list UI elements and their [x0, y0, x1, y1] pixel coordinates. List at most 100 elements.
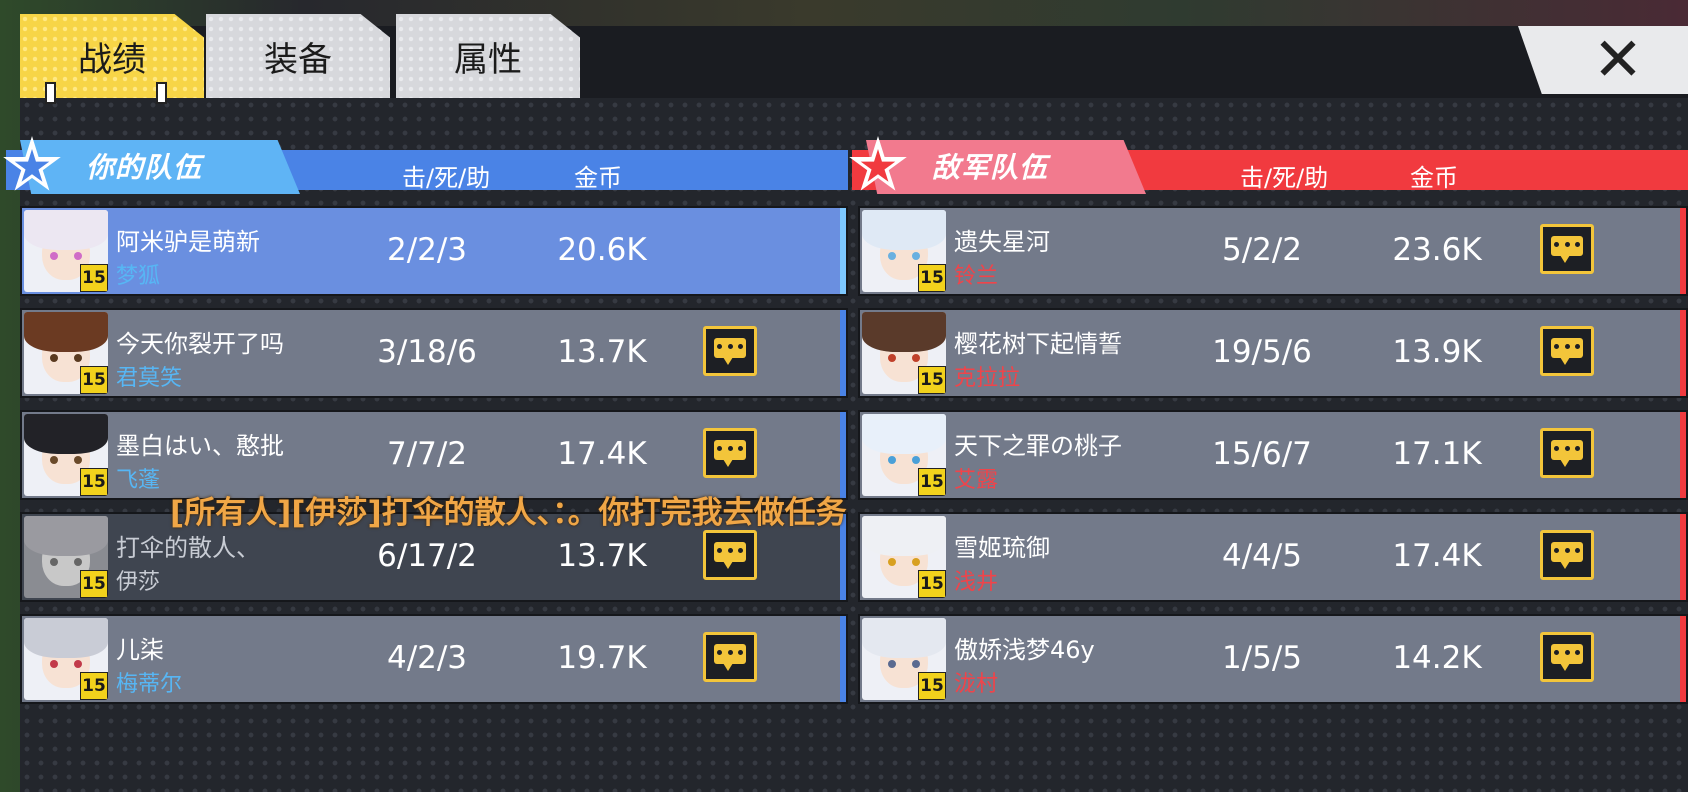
row-team-edge — [840, 616, 846, 702]
ally-player-row[interactable]: 15 阿米驴是萌新 梦狐 2/2/3 20.6K — [20, 206, 848, 296]
kda-value: 6/17/2 — [377, 538, 477, 574]
tab-attributes[interactable]: 属性 — [396, 14, 580, 98]
avatar-hair — [24, 414, 108, 454]
avatar-eyes — [888, 252, 920, 260]
level-badge: 15 — [918, 672, 946, 700]
row-team-edge — [1680, 310, 1686, 396]
kda-value: 4/2/3 — [386, 640, 468, 676]
row-team-edge — [840, 310, 846, 396]
your-team-header: 你的队伍 击/死/助 金币 — [3, 136, 848, 194]
kda-value: 5/2/2 — [1221, 232, 1303, 268]
player-avatar[interactable]: 15 — [24, 516, 108, 598]
player-avatar[interactable]: 15 — [24, 618, 108, 700]
tab-stats-label: 战绩 — [78, 39, 146, 80]
level-badge: 15 — [918, 366, 946, 394]
level-badge: 15 — [80, 570, 108, 598]
enemy-player-row[interactable]: 15 遗失星河 铃兰 5/2/2 23.6K — [858, 206, 1688, 296]
gold-value: 17.4K — [557, 436, 647, 472]
level-badge: 15 — [918, 570, 946, 598]
kda-value: 1/5/5 — [1221, 640, 1303, 676]
chat-button[interactable] — [1540, 530, 1594, 580]
chat-button[interactable] — [703, 326, 757, 376]
chat-button[interactable] — [1540, 428, 1594, 478]
chat-dots-icon — [717, 650, 743, 656]
chat-dots-icon — [1554, 650, 1580, 656]
player-name: 打伞的散人、 — [116, 534, 260, 562]
chat-dots-icon — [1554, 548, 1580, 554]
enemy-player-row[interactable]: 15 雪姬琉御 浅井 4/4/5 17.4K — [858, 512, 1688, 602]
tab-equipment-label: 装备 — [264, 39, 332, 80]
character-name: 伊莎 — [116, 570, 161, 595]
chat-dots-icon — [717, 344, 743, 350]
chat-button[interactable] — [1540, 326, 1594, 376]
character-name: 浅井 — [954, 570, 999, 595]
close-button[interactable]: ✕ — [1518, 26, 1688, 94]
tab-notch-right — [156, 82, 167, 104]
row-team-edge — [1680, 514, 1686, 600]
tab-equipment[interactable]: 装备 — [206, 14, 390, 98]
avatar-eyes — [888, 354, 920, 362]
enemy-player-row[interactable]: 15 傲娇浅梦46y 泷村 1/5/5 14.2K — [858, 614, 1688, 704]
avatar-hair — [862, 414, 946, 454]
player-name: 樱花树下起情誓 — [954, 330, 1122, 358]
player-avatar[interactable]: 15 — [862, 210, 946, 292]
player-name: 墨白はい、憨批 — [116, 432, 284, 460]
gold-value: 14.2K — [1392, 640, 1482, 676]
avatar-hair — [24, 312, 108, 352]
kda-value: 19/5/6 — [1212, 334, 1312, 370]
character-name: 泷村 — [954, 672, 999, 697]
player-name: 天下之罪の桃子 — [954, 432, 1122, 460]
level-badge: 15 — [80, 366, 108, 394]
avatar-eyes — [50, 558, 82, 566]
enemy-team-header: 敌军队伍 击/死/助 金币 — [849, 136, 1688, 194]
character-name: 飞蓬 — [116, 468, 161, 493]
enemy-player-row[interactable]: 15 樱花树下起情誓 克拉拉 19/5/6 13.9K — [858, 308, 1688, 398]
kda-value: 3/18/6 — [377, 334, 477, 370]
level-badge: 15 — [80, 468, 108, 496]
chat-button[interactable] — [1540, 224, 1594, 274]
chat-button[interactable] — [703, 632, 757, 682]
avatar-eyes — [888, 558, 920, 566]
gold-value: 13.9K — [1392, 334, 1482, 370]
chat-button[interactable] — [703, 530, 757, 580]
level-badge: 15 — [80, 264, 108, 292]
gold-value: 19.7K — [557, 640, 647, 676]
player-name: 遗失星河 — [954, 228, 1050, 256]
avatar-eyes — [50, 456, 82, 464]
enemy-team-title: 敌军队伍 — [932, 151, 1049, 184]
player-avatar[interactable]: 15 — [24, 210, 108, 292]
chat-button[interactable] — [1540, 632, 1594, 682]
player-avatar[interactable]: 15 — [24, 414, 108, 496]
player-name: 雪姬琉御 — [954, 534, 1050, 562]
close-icon: ✕ — [1592, 25, 1644, 95]
player-avatar[interactable]: 15 — [24, 312, 108, 394]
kda-value: 4/4/5 — [1221, 538, 1303, 574]
kda-value: 15/6/7 — [1212, 436, 1312, 472]
tab-notch-left — [45, 82, 56, 104]
player-avatar[interactable]: 15 — [862, 516, 946, 598]
avatar-eyes — [50, 660, 82, 668]
player-avatar[interactable]: 15 — [862, 312, 946, 394]
level-badge: 15 — [80, 672, 108, 700]
avatar-eyes — [888, 660, 920, 668]
character-name: 君莫笑 — [116, 366, 183, 391]
avatar-hair — [24, 210, 108, 250]
player-avatar[interactable]: 15 — [862, 618, 946, 700]
kda-value: 2/2/3 — [386, 232, 468, 268]
player-name: 今天你裂开了吗 — [116, 330, 284, 358]
level-badge: 15 — [918, 264, 946, 292]
enemy-player-row[interactable]: 15 天下之罪の桃子 艾露 15/6/7 17.1K — [858, 410, 1688, 500]
gold-value: 13.7K — [557, 334, 647, 370]
avatar-hair — [862, 210, 946, 250]
player-avatar[interactable]: 15 — [862, 414, 946, 496]
chat-button[interactable] — [703, 428, 757, 478]
gold-value: 17.1K — [1392, 436, 1482, 472]
ally-player-row[interactable]: 15 儿柒 梅蒂尔 4/2/3 19.7K — [20, 614, 848, 704]
avatar-eyes — [888, 456, 920, 464]
player-name: 儿柒 — [116, 636, 164, 664]
row-team-edge — [840, 208, 846, 294]
avatar-hair — [862, 618, 946, 658]
avatar-hair — [24, 516, 108, 556]
player-name: 傲娇浅梦46y — [954, 636, 1095, 664]
ally-player-row[interactable]: 15 今天你裂开了吗 君莫笑 3/18/6 13.7K — [20, 308, 848, 398]
